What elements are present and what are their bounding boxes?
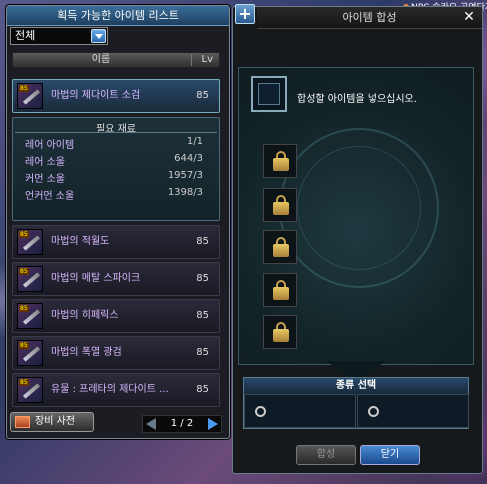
close-button[interactable]: 닫기 — [360, 445, 420, 465]
material-slot[interactable] — [263, 144, 297, 178]
close-icon[interactable]: ✕ — [462, 10, 476, 25]
list-item[interactable]: 85 마법의 메탈 스파이크 85 — [12, 262, 220, 296]
pager: 1 / 2 — [142, 415, 222, 433]
list-item[interactable]: 85 마법의 폭열 광검 85 — [12, 336, 220, 370]
weapon-icon: 85 — [17, 303, 43, 329]
list-item[interactable]: 85 마법의 히페릭스 85 — [12, 299, 220, 333]
list-item[interactable]: 85 유물 : 프레타의 제다이트 ... 85 — [12, 373, 220, 407]
filter-value: 전체 — [15, 29, 36, 42]
materials-box: 필요 재료 레어 아이템 1/1 레어 소울 644/3 커먼 소울 1957/3 언… — [12, 117, 220, 221]
panel-title: 획득 가능한 아이템 리스트 — [7, 6, 229, 26]
header-name: 이름 — [91, 54, 111, 65]
filter-dropdown[interactable]: 전체 — [10, 27, 108, 45]
material-slot[interactable] — [263, 315, 297, 349]
material-slot[interactable] — [263, 230, 297, 264]
next-page-icon[interactable] — [208, 418, 218, 430]
prev-page-icon[interactable] — [146, 418, 156, 430]
radio-icon — [255, 406, 266, 417]
list-item[interactable]: 85 마법의 제다이트 소검 85 — [12, 79, 220, 113]
type-option-1[interactable] — [244, 394, 356, 428]
expand-plus-button[interactable]: + — [235, 4, 255, 24]
book-icon — [15, 416, 30, 428]
header-lv: Lv — [201, 54, 214, 65]
dagger-icon: 85 — [17, 83, 43, 109]
material-row: 커먼 소울 1957/3 — [25, 170, 203, 185]
material-row: 레어 아이템 1/1 — [25, 136, 203, 151]
material-slot[interactable] — [263, 273, 297, 307]
chevron-down-icon[interactable] — [91, 29, 106, 43]
spike-icon: 85 — [17, 266, 43, 292]
relic-icon: 85 — [17, 377, 43, 403]
item-synthesis-panel: 아이템 합성 ✕ 합성할 아이템을 넣으십시오. 종류 선택 — [232, 6, 483, 474]
blade-icon: 85 — [17, 229, 43, 255]
type-select-box: 종류 선택 — [243, 377, 469, 429]
type-select-title: 종류 선택 — [244, 378, 468, 394]
equipment-dictionary-button[interactable]: 장비 사전 — [10, 412, 94, 432]
radio-icon — [368, 406, 379, 417]
list-header: 이름 Lv — [12, 52, 220, 68]
combine-button[interactable]: 합성 — [296, 445, 356, 465]
type-option-2[interactable] — [357, 394, 469, 428]
material-row: 레어 소울 644/3 — [25, 153, 203, 168]
synthesis-area: 합성할 아이템을 넣으십시오. — [238, 67, 474, 365]
page-indicator: 1 / 2 — [170, 418, 194, 429]
sword-icon: 85 — [17, 340, 43, 366]
material-row: 언커먼 소울 1398/3 — [25, 187, 203, 202]
target-item-slot[interactable] — [251, 76, 287, 112]
panel-title: 아이템 합성 — [257, 7, 482, 29]
material-slot[interactable] — [263, 188, 297, 222]
list-item[interactable]: 85 마법의 적월도 85 — [12, 225, 220, 259]
synthesis-hint: 합성할 아이템을 넣으십시오. — [297, 94, 417, 105]
